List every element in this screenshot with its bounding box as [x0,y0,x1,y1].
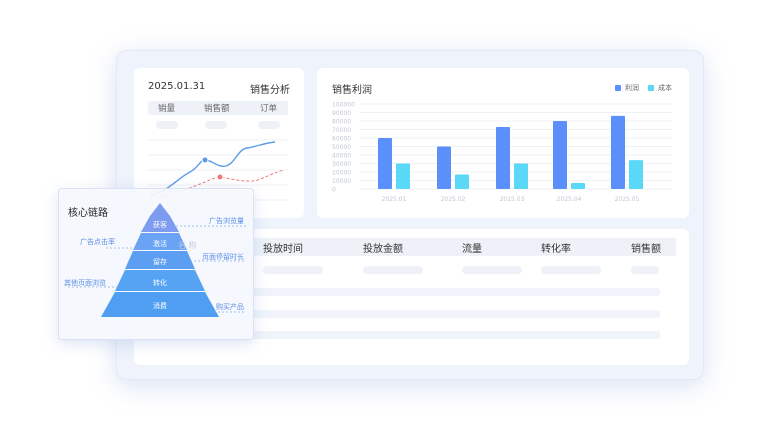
name-watermark: 名 称 [178,241,197,250]
annotation-other-pages: 其他页面浏览 [64,279,106,287]
funnel-label-acquire: 获客 [153,221,167,229]
funnel-label-convert: 转化 [153,279,167,287]
annotation-ad-views: 广告浏览量 [209,217,244,225]
annotation-ad-ctr: 广告点击率 [80,238,115,246]
funnel-label-activate: 激活 [153,240,167,248]
funnel-label-retain: 留存 [153,258,167,266]
funnel-label-consume: 消费 [153,302,167,310]
funnel-pyramid [68,203,246,317]
funnel-layer-acquire [150,203,170,216]
annotation-page-dwell: 页面停留时长 [202,253,244,261]
annotation-purchase: 购买产品 [216,303,244,311]
